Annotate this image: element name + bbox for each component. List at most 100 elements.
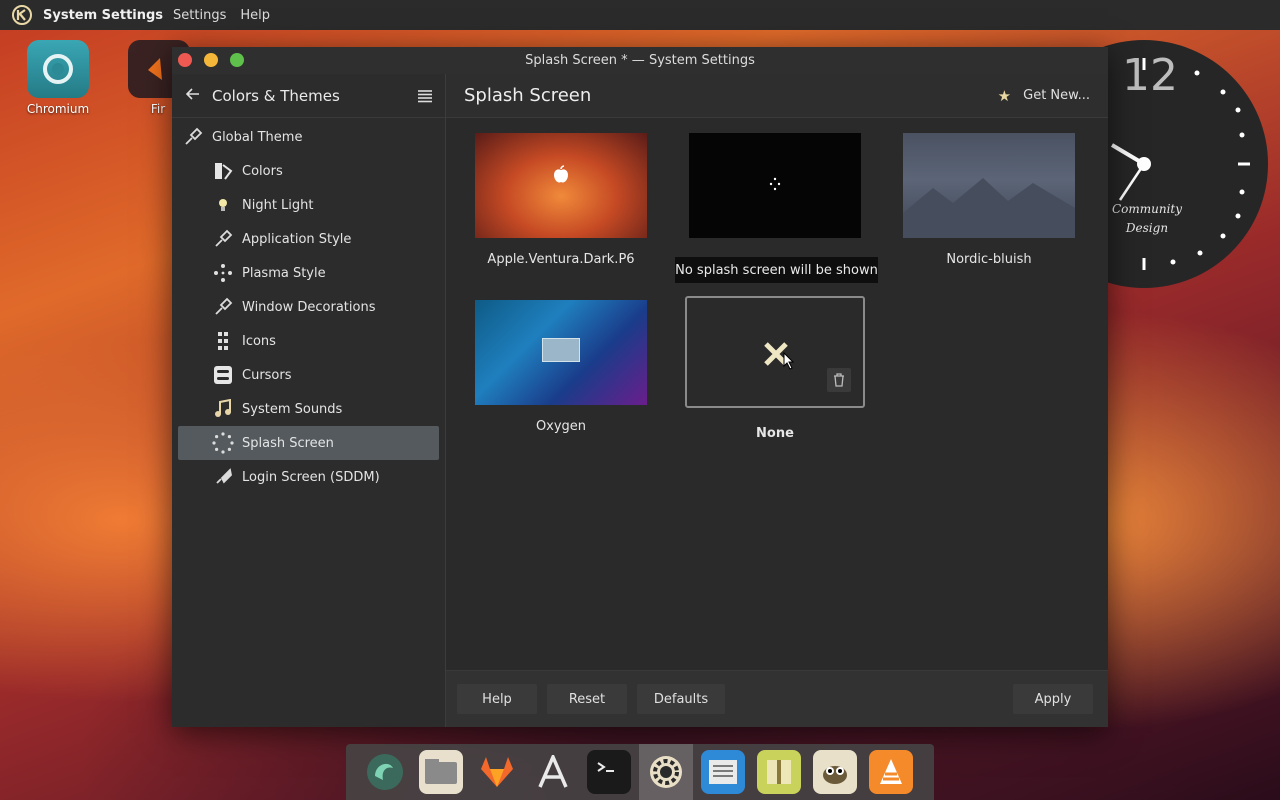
sidebar-item-label: Application Style [242,231,352,247]
theme-tile-oxygen[interactable]: Oxygen [471,300,651,434]
rocket-icon [212,466,234,488]
back-arrow-icon[interactable] [185,87,202,105]
chromium-icon [27,40,89,98]
theme-thumbnail [475,300,647,405]
mountains-icon [903,178,1075,238]
sidebar-item-system-sounds[interactable]: System Sounds [178,392,439,426]
help-button[interactable]: Help [457,684,537,714]
sidebar-item-cursors[interactable]: Cursors [178,358,439,392]
apply-button[interactable]: Apply [1013,684,1093,714]
terminal-icon[interactable] [587,750,631,794]
sidebar-item-application-style[interactable]: Application Style [178,222,439,256]
apple-logo-icon [554,165,568,183]
sidebar-item-splash-screen[interactable]: Splash Screen [178,426,439,460]
theme-thumbnail [475,133,647,238]
brush-icon [182,126,204,148]
sidebar-header: Colors & Themes [172,74,445,118]
hamburger-menu-icon[interactable] [417,89,433,103]
sidebar-item-label: Colors [242,163,283,179]
window-titlebar[interactable]: Splash Screen * — System Settings [172,47,1108,74]
content-header: Splash Screen ★ Get New... [446,74,1108,118]
maximize-window-button[interactable] [230,53,244,67]
star-icon: ★ [997,86,1012,105]
sidebar-item-label: Global Theme [212,129,303,145]
sidebar-item-login-screen[interactable]: Login Screen (SDDM) [178,460,439,494]
desktop-icon-label: Fir [150,102,166,116]
theme-name: None [756,426,794,441]
theme-name: Apple.Ventura.Dark.P6 [487,252,635,267]
footer-bar: Help Reset Defaults Apply [446,670,1108,727]
spinner-icon [212,432,234,454]
window-title: Splash Screen * — System Settings [525,53,755,68]
sidebar-item-label: Window Decorations [242,299,376,315]
trash-icon [834,373,844,387]
theme-thumbnail [903,133,1075,238]
desktop-icon-chromium[interactable]: Chromium [18,40,98,116]
archive-icon[interactable] [757,750,801,794]
get-new-button[interactable]: ★ Get New... [998,87,1090,105]
news-reader-icon[interactable] [701,750,745,794]
theme-thumbnail [689,133,861,238]
theme-tile-breeze-dark[interactable] [685,133,865,252]
get-new-label: Get New... [1023,88,1090,103]
theme-name: Oxygen [535,419,587,434]
menu-settings[interactable]: Settings [173,8,226,23]
sidebar-item-label: Night Light [242,197,314,213]
clock-hour-label: 12 [1122,50,1178,101]
active-app-name[interactable]: System Settings [43,8,163,23]
sidebar: Colors & Themes Global Theme Colors Nigh… [172,74,446,727]
delete-theme-button[interactable] [827,368,851,392]
cursor-icon [212,364,234,386]
bulb-icon [212,194,234,216]
defaults-button[interactable]: Defaults [637,684,725,714]
theme-tile-apple-ventura[interactable]: Apple.Ventura.Dark.P6 [471,133,651,267]
file-manager-icon[interactable] [419,750,463,794]
reset-button[interactable]: Reset [547,684,627,714]
text-editor-icon[interactable] [531,750,575,794]
sidebar-item-label: Plasma Style [242,265,326,281]
menu-help[interactable]: Help [240,8,270,23]
sidebar-item-window-decorations[interactable]: Window Decorations [178,290,439,324]
vlc-icon[interactable] [869,750,913,794]
system-settings-icon[interactable] [639,744,693,800]
app-launcher-icon[interactable] [363,750,407,794]
gimp-icon[interactable] [813,750,857,794]
sidebar-item-global-theme[interactable]: Global Theme [178,120,439,154]
minimize-window-button[interactable] [204,53,218,67]
sidebar-item-colors[interactable]: Colors [178,154,439,188]
sidebar-item-label: Icons [242,333,276,349]
brush-icon [212,296,234,318]
sidebar-item-night-light[interactable]: Night Light [178,188,439,222]
sidebar-item-plasma-style[interactable]: Plasma Style [178,256,439,290]
sidebar-item-label: System Sounds [242,401,343,417]
tooltip: No splash screen will be shown [675,257,878,283]
plasma-icon [212,262,234,284]
clock-brand-line1: Community [1111,202,1183,216]
content-pane: Splash Screen ★ Get New... Apple.Ventura… [446,74,1108,727]
palette-icon [212,160,234,182]
system-settings-window: Splash Screen * — System Settings Colors… [172,47,1108,727]
sidebar-item-label: Splash Screen [242,435,334,451]
sidebar-item-label: Login Screen (SDDM) [242,469,380,485]
theme-name: Nordic-bluish [946,252,1032,267]
sidebar-category-title: Colors & Themes [212,86,340,105]
spinner-icon [769,177,781,191]
brush-icon [212,228,234,250]
desktop-icon-label: Chromium [26,102,90,116]
mouse-pointer-icon [783,352,795,370]
kde-logo-icon[interactable] [11,4,33,26]
top-panel: System Settings Settings Help [0,0,1280,30]
theme-tile-nordic-bluish[interactable]: Nordic-bluish [899,133,1079,267]
oxygen-logo-icon [542,338,580,362]
sidebar-item-label: Cursors [242,367,292,383]
splash-theme-grid: Apple.Ventura.Dark.P6 Nordic-bluish Oxyg… [446,118,1108,670]
theme-tile-none[interactable]: None [685,296,865,441]
icons-icon [212,330,234,352]
clock-brand: Community Design [1102,200,1192,238]
sidebar-item-icons[interactable]: Icons [178,324,439,358]
gitlab-icon[interactable] [475,750,519,794]
dock [346,744,934,800]
close-window-button[interactable] [178,53,192,67]
theme-thumbnail [685,296,865,408]
music-note-icon [212,398,234,420]
